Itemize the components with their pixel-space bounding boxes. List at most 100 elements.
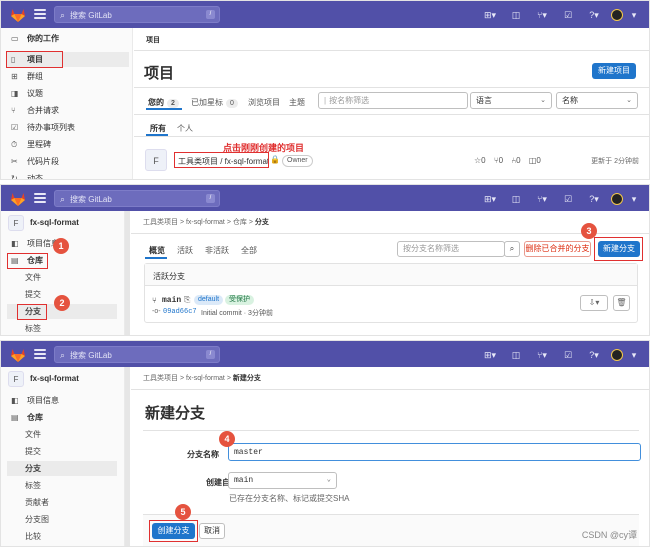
- gitlab-logo-icon[interactable]: [10, 347, 26, 362]
- todo-icon[interactable]: ☑: [559, 349, 577, 361]
- project-name: fx-sql-format: [30, 218, 79, 227]
- hamburger-menu-icon[interactable]: [34, 349, 46, 359]
- tab-all[interactable]: 全部: [241, 245, 257, 256]
- tab-topics[interactable]: 主题: [289, 97, 305, 108]
- hamburger-menu-icon[interactable]: [34, 193, 46, 203]
- filter-branch-input[interactable]: 按分支名称筛选: [397, 241, 505, 257]
- search-input[interactable]: ⌕ 搜索 GitLab /: [54, 190, 220, 207]
- new-project-button[interactable]: 新建项目: [592, 63, 636, 79]
- sidebar-scrollbar[interactable]: [125, 367, 130, 546]
- user-avatar[interactable]: [611, 192, 623, 205]
- help-icon[interactable]: ?▾: [585, 349, 603, 361]
- branch-name[interactable]: main: [162, 296, 181, 305]
- divider: [131, 389, 649, 390]
- issues-icon[interactable]: ◫: [507, 349, 525, 361]
- merge-requests-icon[interactable]: ⑂▾: [533, 349, 551, 361]
- sidebar-subitem-tags[interactable]: 标签: [7, 321, 117, 335]
- divider: [143, 430, 639, 431]
- gitlab-logo-icon[interactable]: [10, 7, 26, 22]
- help-icon[interactable]: ?▾: [585, 9, 603, 21]
- create-new-icon[interactable]: ⊞▾: [481, 9, 499, 21]
- help-icon[interactable]: ?▾: [585, 193, 603, 205]
- main-content: 工具类项目 > fx-sql-format > 仓库 > 分支 概览 活跃 非活…: [131, 211, 649, 335]
- chevron-down-icon[interactable]: ▾: [631, 349, 637, 361]
- sidebar-subitem-contributors[interactable]: 贡献者: [7, 495, 117, 510]
- search-button[interactable]: ⌕: [504, 241, 520, 257]
- project-row[interactable]: F 工具类项目 / fx-sql-format 🔒 Owner ☆0 ⑂0 ⑃0…: [134, 146, 649, 178]
- sort-select[interactable]: 名称 ⌄: [556, 92, 638, 109]
- sidebar-item-project-info[interactable]: ◧ 项目信息: [7, 393, 117, 408]
- info-icon: ◧: [11, 239, 19, 248]
- tab-explore[interactable]: 浏览项目: [248, 97, 280, 108]
- step-marker-5: 5: [175, 504, 191, 520]
- chevron-down-icon[interactable]: ▾: [631, 193, 637, 205]
- merge-requests-icon[interactable]: ⑂▾: [533, 9, 551, 21]
- create-from-select[interactable]: main ⌄: [228, 472, 337, 489]
- sidebar-item-issues[interactable]: ◨ 议题: [7, 86, 129, 101]
- copy-icon[interactable]: ⎘: [184, 295, 190, 305]
- divider: [134, 136, 649, 137]
- sidebar-subitem-files[interactable]: 文件: [7, 427, 117, 442]
- sidebar-item-merge-requests[interactable]: ⑂ 合并请求: [7, 103, 129, 118]
- project-avatar: F: [145, 149, 167, 171]
- sidebar-item-todos[interactable]: ☑ 待办事项列表: [7, 120, 129, 135]
- sidebar-item-groups[interactable]: ⊞ 群组: [7, 69, 129, 84]
- sidebar-subitem-files[interactable]: 文件: [7, 270, 117, 285]
- gitlab-logo-icon[interactable]: [10, 191, 26, 206]
- top-right-icons: ⊞▾ ◫ ⑂▾ ☑ ?▾ ▾: [481, 348, 637, 361]
- sidebar-scrollbar[interactable]: [125, 211, 130, 335]
- user-avatar[interactable]: [611, 8, 623, 21]
- tab-yours[interactable]: 您的 2: [148, 97, 179, 108]
- todo-icon[interactable]: ☑: [559, 193, 577, 205]
- branch-name-input[interactable]: [228, 443, 641, 461]
- merge-requests-icon[interactable]: ⑂▾: [533, 193, 551, 205]
- sidebar-subitem-graph[interactable]: 分支图: [7, 512, 117, 527]
- download-dropdown-button[interactable]: ⇩▾: [580, 295, 608, 311]
- top-navbar: ⌕ 搜索 GitLab / ⊞▾ ◫ ⑂▾ ☑ ?▾ ▾: [1, 341, 649, 367]
- todo-icon[interactable]: ☑: [559, 9, 577, 21]
- issues-icon[interactable]: ◫: [507, 9, 525, 21]
- commit-sha-link[interactable]: 09ad66c7: [163, 308, 197, 316]
- divider: [134, 114, 649, 115]
- briefcase-icon: ▭: [11, 34, 19, 43]
- projects-page-screenshot: ⌕ 搜索 GitLab / ⊞▾ ◫ ⑂▾ ☑ ?▾ ▾ ▭ 你的工作 ▯ 项目 ⊞…: [0, 0, 650, 180]
- project-header[interactable]: F fx-sql-format: [8, 371, 128, 389]
- issues-icon[interactable]: ◫: [507, 193, 525, 205]
- tab-active[interactable]: 活跃: [177, 245, 193, 256]
- activity-icon: ↻: [11, 174, 18, 180]
- delete-branch-button[interactable]: 🗑: [613, 295, 630, 311]
- sidebar-item-your-work[interactable]: ▭ 你的工作: [7, 31, 129, 46]
- filter-by-name-input[interactable]: | 按名称筛选: [318, 92, 468, 109]
- highlight-new-branch: [594, 237, 643, 261]
- sidebar-subitem-tags[interactable]: 标签: [7, 478, 117, 493]
- tab-overview[interactable]: 概览: [149, 245, 165, 256]
- search-input[interactable]: ⌕ 搜索 GitLab /: [54, 346, 220, 363]
- subtab-personal[interactable]: 个人: [177, 123, 193, 134]
- sidebar-subitem-branches[interactable]: 分支: [7, 461, 117, 476]
- sidebar-item-repository[interactable]: ▤ 仓库: [7, 410, 117, 425]
- hamburger-menu-icon[interactable]: [34, 9, 46, 19]
- delete-merged-branches-button[interactable]: 删除已合并的分支: [524, 241, 591, 257]
- chevron-down-icon[interactable]: ▾: [631, 9, 637, 21]
- search-input[interactable]: ⌕ 搜索 GitLab /: [54, 6, 220, 23]
- sidebar-item-activity[interactable]: ↻ 动态: [7, 171, 129, 180]
- sidebar-item-snippets[interactable]: ✂ 代码片段: [7, 154, 129, 169]
- create-new-icon[interactable]: ⊞▾: [481, 349, 499, 361]
- subtab-all[interactable]: 所有: [150, 123, 166, 134]
- tab-stale[interactable]: 非活跃: [205, 245, 229, 256]
- user-avatar[interactable]: [611, 348, 623, 361]
- project-header[interactable]: F fx-sql-format: [8, 215, 128, 233]
- new-branch-page-screenshot: ⌕ 搜索 GitLab / ⊞▾ ◫ ⑂▾ ☑ ?▾ ▾ F fx-sql-fo…: [0, 340, 650, 547]
- project-stats: ☆0 ⑂0 ⑃0 ◫0: [474, 156, 541, 165]
- sidebar-item-milestones[interactable]: ⏱ 里程碑: [7, 137, 129, 152]
- search-icon: ⌕: [60, 10, 66, 20]
- divider: [134, 87, 649, 88]
- language-select[interactable]: 语言 ⌄: [470, 92, 552, 109]
- create-new-icon[interactable]: ⊞▾: [481, 193, 499, 205]
- sidebar-subitem-commits[interactable]: 提交: [7, 444, 117, 459]
- sidebar-subitem-compare[interactable]: 比较: [7, 529, 117, 544]
- tab-starred[interactable]: 已加星标 0: [191, 97, 238, 108]
- active-tab-indicator: [146, 108, 182, 110]
- cancel-button[interactable]: 取消: [199, 523, 225, 539]
- page-title: 新建分支: [145, 405, 206, 422]
